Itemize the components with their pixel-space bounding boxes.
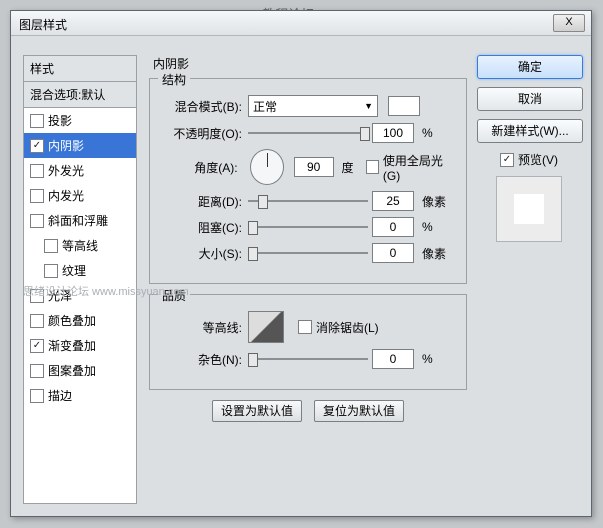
shadow-color-swatch[interactable] — [388, 96, 420, 116]
style-item-10[interactable]: 图案叠加 — [24, 358, 136, 383]
style-item-checkbox[interactable] — [30, 314, 44, 328]
style-item-label: 描边 — [48, 387, 72, 404]
style-item-checkbox[interactable] — [44, 239, 58, 253]
size-label: 大小(S): — [160, 245, 244, 262]
distance-slider[interactable] — [248, 193, 368, 209]
dialog-title: 图层样式 — [19, 16, 67, 33]
style-item-label: 纹理 — [62, 262, 86, 279]
style-item-checkbox[interactable] — [44, 264, 58, 278]
style-item-checkbox[interactable] — [30, 289, 44, 303]
style-item-label: 斜面和浮雕 — [48, 212, 108, 229]
noise-label: 杂色(N): — [160, 351, 244, 368]
distance-unit: 像素 — [422, 193, 446, 210]
new-style-button[interactable]: 新建样式(W)... — [477, 119, 583, 143]
choke-slider[interactable] — [248, 219, 368, 235]
styles-list: 样式 混合选项:默认 投影 ✓ 内阴影外发光内发光斜面和浮雕等高线纹理光泽颜色叠加 ✓… — [23, 55, 137, 504]
panel-title: 内阴影 — [153, 55, 467, 72]
blend-mode-label: 混合模式(B): — [160, 98, 244, 115]
style-item-label: 颜色叠加 — [48, 312, 96, 329]
angle-label: 角度(A): — [160, 159, 240, 176]
quality-group-title: 品质 — [158, 287, 190, 304]
antialias-label: 消除锯齿(L) — [316, 319, 379, 336]
blending-options[interactable]: 混合选项:默认 — [24, 82, 136, 108]
size-unit: 像素 — [422, 245, 446, 262]
chevron-down-icon: ▼ — [364, 101, 373, 111]
right-buttons: 确定 取消 新建样式(W)... ✓ 预览(V) — [477, 55, 581, 242]
contour-picker[interactable] — [248, 311, 284, 343]
opacity-input[interactable]: 100 — [372, 123, 414, 143]
style-item-label: 内阴影 — [48, 137, 84, 154]
reset-default-button[interactable]: 复位为默认值 — [314, 400, 404, 422]
preview-box — [496, 176, 562, 242]
style-item-checkbox[interactable]: ✓ — [30, 339, 44, 353]
style-item-label: 内发光 — [48, 187, 84, 204]
structure-group-title: 结构 — [158, 71, 190, 88]
angle-unit: 度 — [342, 159, 354, 176]
style-item-label: 图案叠加 — [48, 362, 96, 379]
make-default-button[interactable]: 设置为默认值 — [212, 400, 302, 422]
style-item-1[interactable]: ✓ 内阴影 — [24, 133, 136, 158]
contour-label: 等高线: — [160, 319, 244, 336]
style-item-checkbox[interactable] — [30, 189, 44, 203]
style-item-label: 投影 — [48, 112, 72, 129]
noise-input[interactable]: 0 — [372, 349, 414, 369]
style-item-checkbox[interactable] — [30, 164, 44, 178]
structure-group: 结构 混合模式(B): 正常▼ 不透明度(O): 100 % 角度(A): — [149, 78, 467, 284]
ok-button[interactable]: 确定 — [477, 55, 583, 79]
angle-knob[interactable] — [250, 149, 284, 185]
angle-input[interactable]: 90 — [294, 157, 334, 177]
style-item-label: 等高线 — [62, 237, 98, 254]
noise-unit: % — [422, 352, 433, 366]
style-item-label: 渐变叠加 — [48, 337, 96, 354]
titlebar: 图层样式 X — [11, 11, 591, 36]
style-item-checkbox[interactable] — [30, 364, 44, 378]
style-item-label: 外发光 — [48, 162, 84, 179]
quality-group: 品质 等高线: 消除锯齿(L) 杂色(N): 0 % — [149, 294, 467, 390]
style-item-label: 光泽 — [48, 287, 72, 304]
style-item-4[interactable]: 斜面和浮雕 — [24, 208, 136, 233]
choke-label: 阻塞(C): — [160, 219, 244, 236]
blend-mode-select[interactable]: 正常▼ — [248, 95, 378, 117]
preview-label: 预览(V) — [518, 151, 558, 168]
style-item-7[interactable]: 光泽 — [24, 283, 136, 308]
noise-slider[interactable] — [248, 351, 368, 367]
style-item-9[interactable]: ✓ 渐变叠加 — [24, 333, 136, 358]
layer-style-dialog: 图层样式 X 样式 混合选项:默认 投影 ✓ 内阴影外发光内发光斜面和浮雕等高线纹理… — [10, 10, 592, 517]
styles-header[interactable]: 样式 — [24, 56, 136, 82]
choke-unit: % — [422, 220, 433, 234]
global-light-label: 使用全局光(G) — [383, 152, 456, 183]
style-item-5[interactable]: 等高线 — [24, 233, 136, 258]
style-item-3[interactable]: 内发光 — [24, 183, 136, 208]
style-item-2[interactable]: 外发光 — [24, 158, 136, 183]
antialias-checkbox[interactable] — [298, 320, 312, 334]
global-light-checkbox[interactable] — [366, 160, 379, 174]
close-button[interactable]: X — [553, 14, 585, 32]
style-item-8[interactable]: 颜色叠加 — [24, 308, 136, 333]
cancel-button[interactable]: 取消 — [477, 87, 583, 111]
distance-label: 距离(D): — [160, 193, 244, 210]
style-item-checkbox[interactable]: ✓ — [30, 139, 44, 153]
size-input[interactable]: 0 — [372, 243, 414, 263]
style-item-11[interactable]: 描边 — [24, 383, 136, 408]
style-item-6[interactable]: 纹理 — [24, 258, 136, 283]
style-item-checkbox[interactable] — [30, 114, 44, 128]
size-slider[interactable] — [248, 245, 368, 261]
opacity-label: 不透明度(O): — [160, 125, 244, 142]
opacity-unit: % — [422, 126, 433, 140]
opacity-slider[interactable] — [248, 125, 368, 141]
distance-input[interactable]: 25 — [372, 191, 414, 211]
style-item-checkbox[interactable] — [30, 389, 44, 403]
settings-panel: 内阴影 结构 混合模式(B): 正常▼ 不透明度(O): 100 % — [149, 55, 467, 504]
style-item-0[interactable]: 投影 — [24, 108, 136, 133]
style-item-checkbox[interactable] — [30, 214, 44, 228]
choke-input[interactable]: 0 — [372, 217, 414, 237]
preview-checkbox[interactable]: ✓ — [500, 153, 514, 167]
